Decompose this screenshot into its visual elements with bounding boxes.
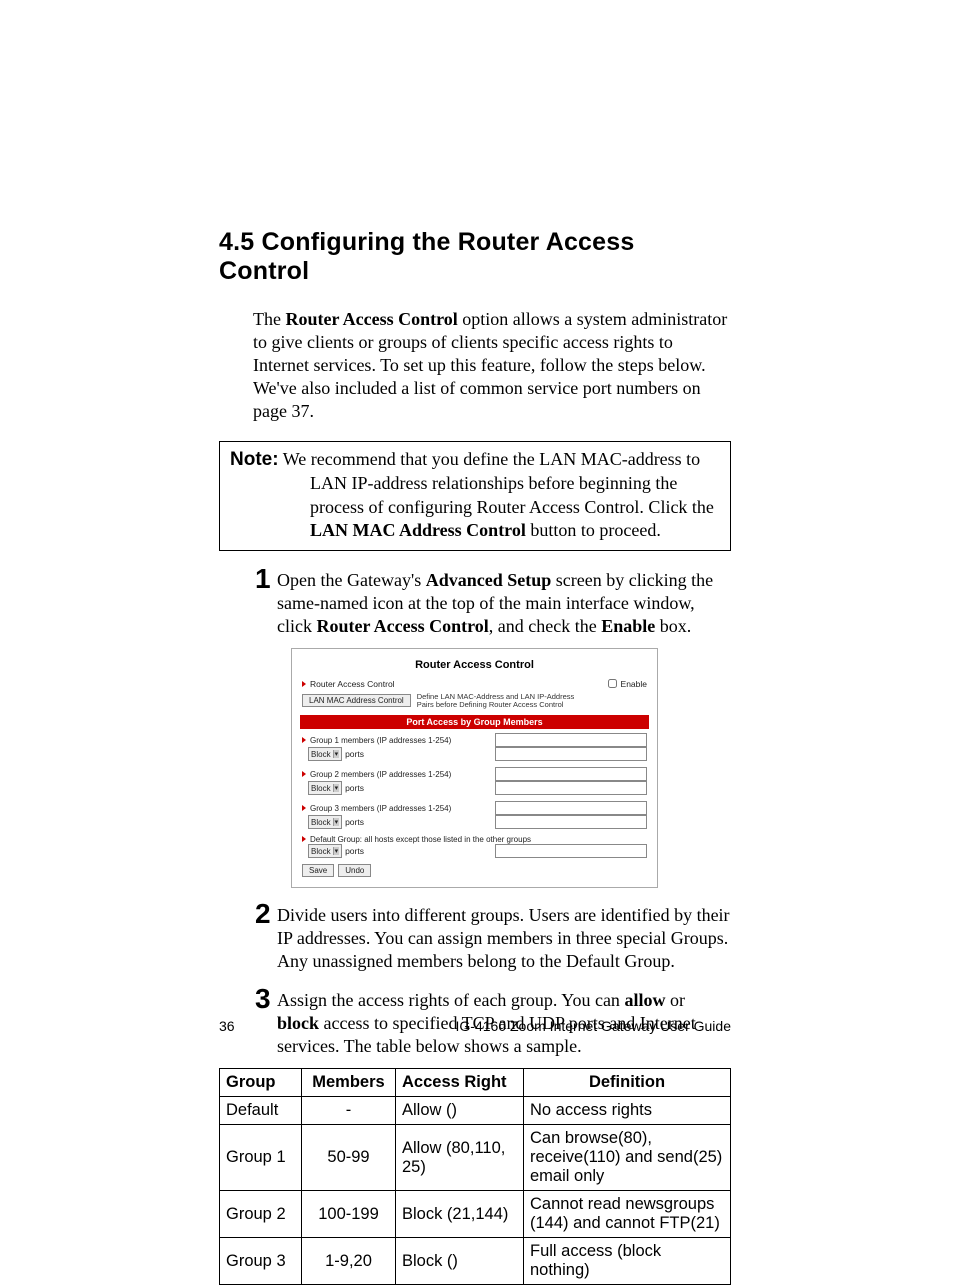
intro-pre: The — [253, 309, 285, 329]
note-line3: process of configuring Router Access Con… — [310, 497, 714, 517]
cell-group: Group 1 — [220, 1125, 302, 1191]
cell-members: 50-99 — [302, 1125, 396, 1191]
rac-group2-ports-input[interactable] — [495, 781, 647, 795]
th-definition: Definition — [524, 1069, 731, 1097]
rac-ports-label-2: ports — [345, 783, 364, 793]
note-line4: button to proceed. — [526, 520, 661, 540]
rac-group2-label: Group 2 members (IP addresses 1-254) — [302, 770, 451, 779]
note-line2: LAN IP-address relationships before begi… — [310, 473, 677, 493]
rac-ports-label: ports — [345, 749, 364, 759]
cell-members: 100-199 — [302, 1191, 396, 1238]
note-bold: LAN MAC Address Control — [310, 520, 526, 540]
rac-enable-label: Enable — [621, 679, 647, 689]
page-footer: 36 IG-4160 Zoom Internet Gateway User Gu… — [219, 1018, 731, 1034]
rac-group1-action-select[interactable]: Block — [308, 747, 342, 761]
cell-access: Block () — [396, 1238, 524, 1285]
rac-top-label: Router Access Control — [302, 679, 395, 689]
cell-access: Block (21,144) — [396, 1191, 524, 1238]
step-2-number: 2 — [255, 900, 277, 928]
access-rights-table: Group Members Access Right Definition De… — [219, 1068, 731, 1285]
cell-def: Can browse(80), receive(110) and send(25… — [524, 1125, 731, 1191]
step-1-t1: Open the Gateway's — [277, 570, 426, 590]
footer-title: IG-4160 Zoom Internet Gateway User Guide — [456, 1018, 731, 1034]
th-access: Access Right — [396, 1069, 524, 1097]
step-1: 1 Open the Gateway's Advanced Setup scre… — [255, 565, 731, 638]
step-3-t1: Assign the access rights of each group. … — [277, 990, 624, 1010]
step-1-b3: Enable — [601, 616, 655, 636]
table-row: Default - Allow () No access rights — [220, 1097, 731, 1125]
page-number: 36 — [219, 1018, 235, 1034]
rac-group2-members-input[interactable] — [495, 767, 647, 781]
cell-members: 1-9,20 — [302, 1238, 396, 1285]
rac-group3-members-input[interactable] — [495, 801, 647, 815]
rac-undo-button[interactable]: Undo — [338, 864, 371, 877]
cell-def: Full access (block nothing) — [524, 1238, 731, 1285]
rac-group2-action-select[interactable]: Block — [308, 781, 342, 795]
intro-paragraph: The Router Access Control option allows … — [253, 308, 731, 423]
rac-group1-members-input[interactable] — [495, 733, 647, 747]
router-access-control-screenshot: Router Access Control Router Access Cont… — [291, 648, 658, 889]
cell-access: Allow (80,110, 25) — [396, 1125, 524, 1191]
step-1-b1: Advanced Setup — [426, 570, 552, 590]
rac-default-action-select[interactable]: Block — [308, 844, 342, 858]
rac-save-button[interactable]: Save — [302, 864, 334, 877]
table-row: Group 2 100-199 Block (21,144) Cannot re… — [220, 1191, 731, 1238]
rac-group1-ports-input[interactable] — [495, 747, 647, 761]
cell-def: No access rights — [524, 1097, 731, 1125]
step-1-t3: , and check the — [489, 616, 601, 636]
cell-group: Default — [220, 1097, 302, 1125]
intro-bold: Router Access Control — [285, 309, 457, 329]
cell-group: Group 3 — [220, 1238, 302, 1285]
section-heading: 4.5 Configuring the Router Access Contro… — [219, 228, 731, 286]
rac-title: Router Access Control — [302, 659, 647, 671]
step-1-number: 1 — [255, 565, 277, 593]
step-1-body: Open the Gateway's Advanced Setup screen… — [277, 565, 731, 638]
rac-band-header: Port Access by Group Members — [300, 715, 649, 729]
th-group: Group — [220, 1069, 302, 1097]
table-row: Group 1 50-99 Allow (80,110, 25) Can bro… — [220, 1125, 731, 1191]
th-members: Members — [302, 1069, 396, 1097]
table-row: Group 3 1-9,20 Block () Full access (blo… — [220, 1238, 731, 1285]
rac-group3-label: Group 3 members (IP addresses 1-254) — [302, 804, 451, 813]
rac-group3-action-select[interactable]: Block — [308, 815, 342, 829]
rac-default-ports-input[interactable] — [495, 844, 647, 858]
step-1-t4: box. — [655, 616, 691, 636]
note-line1: We recommend that you define the LAN MAC… — [283, 449, 700, 469]
rac-group1-label: Group 1 members (IP addresses 1-254) — [302, 736, 451, 745]
rac-ports-label-4: ports — [345, 846, 364, 856]
cell-group: Group 2 — [220, 1191, 302, 1238]
step-2-body: Divide users into different groups. User… — [277, 900, 731, 973]
step-3-t2: or — [665, 990, 685, 1010]
rac-enable-checkbox[interactable] — [608, 679, 617, 688]
cell-access: Allow () — [396, 1097, 524, 1125]
step-3-b1: allow — [624, 990, 665, 1010]
rac-ports-label-3: ports — [345, 817, 364, 827]
step-2: 2 Divide users into different groups. Us… — [255, 900, 731, 973]
cell-def: Cannot read newsgroups (144) and cannot … — [524, 1191, 731, 1238]
lan-mac-address-control-button[interactable]: LAN MAC Address Control — [302, 694, 411, 707]
table-header-row: Group Members Access Right Definition — [220, 1069, 731, 1097]
note-box: Note: We recommend that you define the L… — [219, 441, 731, 550]
step-3-number: 3 — [255, 985, 277, 1013]
step-1-b2: Router Access Control — [316, 616, 488, 636]
cell-members: - — [302, 1097, 396, 1125]
note-label: Note: — [230, 449, 279, 470]
rac-group3-ports-input[interactable] — [495, 815, 647, 829]
rac-default-group-label: Default Group: all hosts except those li… — [302, 835, 531, 844]
rac-lanmac-note: Define LAN MAC-Address and LAN IP-Addres… — [417, 693, 592, 710]
